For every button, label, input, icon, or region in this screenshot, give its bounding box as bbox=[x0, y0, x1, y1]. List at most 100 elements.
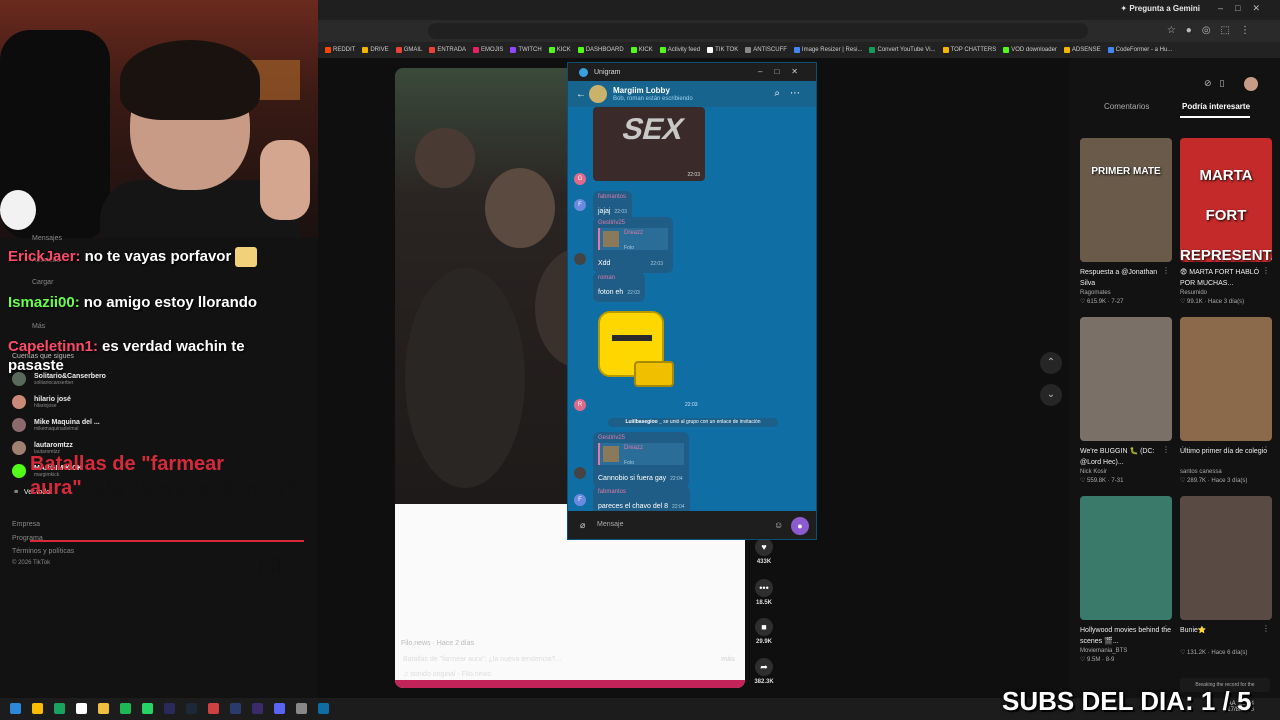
video-author[interactable]: Filo.news · Hace 2 días bbox=[401, 640, 474, 647]
taskbar-app-icon[interactable] bbox=[164, 703, 175, 714]
video-sound[interactable]: ♫ sonido original - Filo.news bbox=[403, 671, 491, 678]
bookmark-icon[interactable]: ■ bbox=[755, 618, 773, 636]
taskbar-app-icon[interactable] bbox=[318, 703, 329, 714]
suggested-video-card[interactable]: We're BUGGIN 🐛 (DC: @Lord Hec)... Nick Ko… bbox=[1080, 317, 1172, 484]
bookmark-item[interactable]: Convert YouTube Vi... bbox=[869, 47, 936, 53]
video-title[interactable]: Hollywood movies behind the scenes 🎬... bbox=[1080, 625, 1172, 647]
bookmark-item[interactable]: TOP CHATTERS bbox=[942, 47, 996, 53]
taskbar-app-icon[interactable] bbox=[296, 703, 307, 714]
video-thumbnail[interactable]: PRIMER MATE bbox=[1080, 138, 1172, 262]
video-title[interactable]: Último primer día de colegio bbox=[1180, 446, 1272, 468]
suggested-video-card[interactable]: Hollywood movies behind the scenes 🎬... M… bbox=[1080, 496, 1172, 663]
microphone-icon[interactable]: ● bbox=[791, 517, 809, 535]
profile-avatar[interactable] bbox=[1244, 77, 1258, 91]
bookmark-item[interactable]: GMAIL bbox=[395, 47, 422, 53]
bookmark-item[interactable]: ENTRADA bbox=[429, 47, 466, 53]
more-options-icon[interactable]: ⋮ bbox=[1162, 266, 1170, 275]
taskbar-app-icon[interactable] bbox=[186, 703, 197, 714]
sender-avatar[interactable]: F bbox=[574, 494, 586, 506]
panel-icons[interactable]: ⊘▯ bbox=[1204, 78, 1233, 89]
tab-comments[interactable]: Comentarios bbox=[1104, 102, 1149, 111]
browser-window-controls[interactable]: –□✕ bbox=[1218, 3, 1272, 14]
bookmark-item[interactable]: KICK bbox=[548, 47, 571, 53]
nav-more[interactable]: Más bbox=[32, 323, 45, 330]
message-input[interactable]: Mensaje bbox=[597, 521, 623, 528]
video-author[interactable]: Resumido bbox=[1180, 290, 1272, 296]
suggested-video-card[interactable]: PRIMER MATE Respuesta a @Jonathan Silva Ra… bbox=[1080, 138, 1172, 305]
comment-action[interactable]: ••• 18.5K bbox=[752, 579, 776, 606]
bookmark-item[interactable]: TIK TOK bbox=[707, 47, 738, 53]
sender-avatar[interactable]: R bbox=[574, 399, 586, 411]
video-title[interactable]: Respuesta a @Jonathan Silva bbox=[1080, 267, 1172, 289]
reply-preview[interactable]: Dreazz Foto bbox=[598, 443, 684, 466]
message-bubble[interactable]: roman foton eh 22:03 bbox=[593, 272, 645, 302]
suggested-video-card[interactable]: Bunie⭐ ♡ 131.2K · Hace 6 día(s) ⋮ bbox=[1180, 496, 1272, 656]
bookmark-item[interactable]: DASHBOARD bbox=[577, 47, 624, 53]
bookmark-item[interactable]: VOD downloader bbox=[1003, 47, 1057, 53]
nav-messages[interactable]: Mensajes bbox=[32, 235, 62, 242]
group-avatar[interactable] bbox=[589, 85, 607, 103]
video-thumbnail[interactable] bbox=[1080, 496, 1172, 620]
video-author[interactable]: Ragomates bbox=[1080, 290, 1172, 296]
video-title[interactable]: Bunie⭐ bbox=[1180, 625, 1272, 647]
video-author[interactable]: Nick Kosir bbox=[1080, 469, 1172, 475]
more-options-icon[interactable]: ⋮ bbox=[1262, 266, 1270, 275]
tab-suggested[interactable]: Podría interesarte bbox=[1182, 102, 1250, 111]
sender-avatar[interactable]: G bbox=[574, 173, 586, 185]
bookmark-action[interactable]: ■ 29.9K bbox=[752, 618, 776, 645]
video-thumbnail[interactable]: MARTA FORT REPRESENTA bbox=[1180, 138, 1272, 262]
group-name[interactable]: Margiim Lobby bbox=[613, 86, 670, 95]
bookmark-item[interactable]: Image Resizer | Resi... bbox=[793, 47, 862, 53]
share-icon[interactable]: ➦ bbox=[755, 658, 773, 676]
bookmark-item[interactable]: ADSENSE bbox=[1063, 47, 1101, 53]
video-author[interactable]: santos canessa bbox=[1180, 469, 1272, 475]
taskbar-app-icon[interactable] bbox=[142, 703, 153, 714]
bookmark-item[interactable]: TWITCH bbox=[510, 47, 542, 53]
sender-avatar[interactable] bbox=[574, 253, 586, 265]
footer-terms-link[interactable]: Términos y políticas bbox=[12, 548, 74, 555]
message-bubble[interactable]: Gestiriv25 Dreazz Foto Xdd 22:03 bbox=[593, 217, 673, 273]
taskbar-app-icon[interactable] bbox=[32, 703, 43, 714]
video-progress[interactable] bbox=[395, 680, 745, 688]
suggested-video-card[interactable]: MARTA FORT REPRESENTA 😨 MARTA FORT HABLÓ … bbox=[1180, 138, 1272, 305]
extension-icons[interactable]: ☆●◎⬚⋮ bbox=[1167, 25, 1260, 36]
bookmark-item[interactable]: CodeFormer - a Hu... bbox=[1107, 47, 1172, 53]
heart-action[interactable]: ♥ 433K bbox=[752, 538, 776, 565]
nav-upload[interactable]: Cargar bbox=[32, 279, 53, 286]
suggested-video-card[interactable]: Último primer día de colegio santos canes… bbox=[1180, 317, 1272, 484]
taskbar-app-icon[interactable] bbox=[54, 703, 65, 714]
taskbar-app-icon[interactable] bbox=[230, 703, 241, 714]
video-title[interactable]: We're BUGGIN 🐛 (DC: @Lord Hec)... bbox=[1080, 446, 1172, 468]
video-thumbnail[interactable] bbox=[1180, 317, 1272, 441]
followed-account[interactable]: hilario josé hilariojose bbox=[12, 395, 71, 409]
photo-message[interactable]: SEX 22:03 bbox=[593, 107, 705, 181]
bookmark-item[interactable]: Activity feed bbox=[659, 47, 700, 53]
comment-icon[interactable]: ••• bbox=[755, 579, 773, 597]
more-options-icon[interactable]: ⋮ bbox=[1262, 624, 1270, 633]
footer-company-link[interactable]: Empresa bbox=[12, 521, 40, 528]
video-thumbnail[interactable] bbox=[1180, 496, 1272, 620]
video-title[interactable]: 😨 MARTA FORT HABLÓ POR MUCHAS... bbox=[1180, 267, 1272, 289]
video-thumbnail[interactable] bbox=[1080, 317, 1172, 441]
share-action[interactable]: ➦ 382.3K bbox=[752, 658, 776, 685]
taskbar-app-icon[interactable] bbox=[208, 703, 219, 714]
previous-video-button[interactable]: ⌃ bbox=[1040, 352, 1062, 374]
more-options-icon[interactable]: ⋮ bbox=[1162, 445, 1170, 454]
video-author[interactable]: Moviemania_BTS bbox=[1080, 648, 1172, 654]
sticker-icon[interactable]: ☺ bbox=[774, 520, 783, 530]
more-options-icon[interactable]: ⋮ bbox=[1162, 624, 1170, 633]
sender-avatar[interactable]: F bbox=[574, 199, 586, 211]
url-field[interactable] bbox=[428, 23, 1088, 39]
header-actions[interactable]: ⌕⋯ bbox=[774, 88, 810, 99]
taskbar-app-icon[interactable] bbox=[120, 703, 131, 714]
bookmark-item[interactable]: KICK bbox=[630, 47, 653, 53]
bookmark-item[interactable]: DRIVE bbox=[362, 47, 389, 53]
back-arrow-icon[interactable]: ← bbox=[576, 89, 586, 100]
more-button[interactable]: más bbox=[721, 656, 735, 663]
followed-account[interactable]: Mike Maquina del ... mikemaquinadelmal bbox=[12, 418, 100, 432]
bookmark-item[interactable]: EMOJIS bbox=[473, 47, 503, 53]
bookmark-item[interactable]: ANTISCUFF bbox=[745, 47, 787, 53]
more-options-icon[interactable]: ⋮ bbox=[1262, 445, 1270, 454]
attach-icon[interactable]: ⌀ bbox=[580, 520, 585, 531]
taskbar-app-icon[interactable] bbox=[274, 703, 285, 714]
